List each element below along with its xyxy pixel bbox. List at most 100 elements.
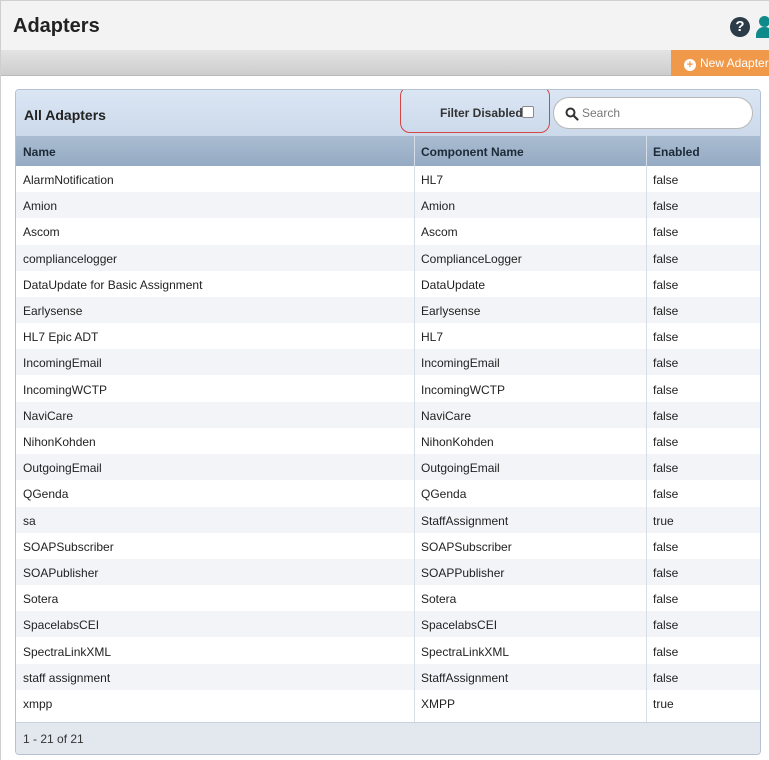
cell-enabled: false: [653, 487, 679, 502]
cell-enabled: false: [653, 330, 679, 345]
cell-enabled: false: [653, 225, 679, 240]
table-row[interactable]: SpectraLinkXML SpectraLinkXML false: [16, 638, 760, 664]
table-row[interactable]: Ascom Ascom false: [16, 218, 760, 244]
cell-component: XMPP: [421, 697, 456, 711]
cell-enabled: false: [653, 618, 679, 633]
table-row[interactable]: NaviCare NaviCare false: [16, 401, 760, 428]
table-row[interactable]: compliancelogger ComplianceLogger false: [16, 244, 760, 271]
cell-component: DataUpdate: [421, 277, 486, 292]
table-row[interactable]: Sotera Sotera false: [16, 585, 760, 611]
cell-name: OutgoingEmail: [23, 461, 102, 476]
cell-name: compliancelogger: [23, 251, 118, 266]
cell-component: SOAPPublisher: [421, 566, 505, 580]
search-input[interactable]: Search: [553, 97, 753, 129]
cell-enabled: false: [653, 461, 679, 476]
cell-name: SpectraLinkXML: [23, 644, 112, 659]
cell-enabled: false: [653, 199, 679, 214]
cell-enabled: false: [653, 277, 679, 292]
cell-enabled: false: [653, 173, 679, 187]
cell-enabled: false: [653, 644, 679, 659]
annotation-highlight: [400, 90, 550, 133]
cell-component: OutgoingEmail: [421, 461, 500, 476]
cell-component: SpacelabsCEI: [421, 618, 498, 633]
cell-component: Amion: [421, 199, 456, 214]
cell-name: Sotera: [23, 592, 59, 607]
cell-name: SOAPSubscriber: [23, 539, 114, 554]
table-row[interactable]: IncomingWCTP IncomingWCTP false: [16, 376, 760, 402]
table-row[interactable]: HL7 Epic ADT HL7 false: [16, 323, 760, 349]
cell-component: StaffAssignment: [421, 670, 509, 685]
cell-name: IncomingWCTP: [23, 382, 108, 397]
cell-component: NaviCare: [421, 408, 472, 423]
cell-component: StaffAssignment: [421, 513, 509, 528]
table-row[interactable]: DataUpdate for Basic Assignment DataUpdat…: [16, 271, 760, 297]
table-row[interactable]: IncomingEmail IncomingEmail false: [16, 349, 760, 376]
cell-name: QGenda: [23, 487, 69, 502]
cell-component: NihonKohden: [421, 435, 494, 449]
cell-component: QGenda: [421, 487, 467, 502]
table-row[interactable]: QGenda QGenda false: [16, 480, 760, 506]
table-row[interactable]: staff assignment StaffAssignment false: [16, 663, 760, 690]
page-title: Adapters: [13, 15, 100, 37]
cell-enabled: false: [653, 408, 679, 423]
cell-name: Earlysense: [23, 304, 83, 318]
cell-name: DataUpdate for Basic Assignment: [23, 277, 203, 292]
user-icon[interactable]: [756, 16, 769, 38]
panel-header: All Adapters Filter Disabled: Search: [16, 90, 760, 136]
cell-component: Ascom: [421, 225, 458, 240]
column-header-name[interactable]: Name: [23, 145, 56, 159]
table-row[interactable]: sa StaffAssignment true: [16, 506, 760, 533]
help-icon[interactable]: ?: [730, 17, 750, 37]
cell-name: Ascom: [23, 225, 60, 240]
cell-enabled: false: [653, 304, 679, 318]
cell-name: Amion: [23, 199, 58, 214]
table-row[interactable]: NihonKohden NihonKohden false: [16, 428, 760, 454]
cell-name: staff assignment: [23, 670, 111, 685]
cell-enabled: false: [653, 592, 679, 607]
adapters-panel: All Adapters Filter Disabled: Search Nam…: [15, 89, 761, 755]
cell-enabled: false: [653, 670, 679, 685]
column-divider: [414, 136, 415, 724]
search-placeholder: Search: [582, 106, 621, 120]
table-row[interactable]: xmpp XMPP true: [16, 690, 760, 716]
table-row[interactable]: SpacelabsCEI SpacelabsCEI false: [16, 611, 760, 638]
table-row[interactable]: SOAPSubscriber SOAPSubscriber false: [16, 533, 760, 559]
cell-name: SOAPublisher: [23, 566, 99, 580]
table-row[interactable]: OutgoingEmail OutgoingEmail false: [16, 454, 760, 481]
plus-circle-icon: +: [684, 59, 696, 71]
table-row[interactable]: Amion Amion false: [16, 192, 760, 219]
cell-enabled: false: [653, 356, 679, 371]
column-header-component[interactable]: Component Name: [421, 145, 524, 159]
app-header: Adapters ?: [0, 0, 769, 55]
cell-component: IncomingWCTP: [421, 382, 506, 397]
cell-name: xmpp: [23, 697, 53, 711]
table-footer: 1 - 21 of 21: [16, 722, 760, 754]
column-header-enabled[interactable]: Enabled: [653, 145, 700, 159]
cell-component: SpectraLinkXML: [421, 644, 510, 659]
cell-name: SpacelabsCEI: [23, 618, 100, 633]
cell-enabled: false: [653, 251, 679, 266]
cell-component: SOAPSubscriber: [421, 539, 512, 554]
cell-enabled: false: [653, 382, 679, 397]
toolbar: [0, 50, 769, 76]
cell-name: sa: [23, 513, 36, 528]
cell-name: HL7 Epic ADT: [23, 330, 99, 345]
cell-component: Sotera: [421, 592, 457, 607]
cell-name: NihonKohden: [23, 435, 96, 449]
table-header: Name Component Name Enabled: [16, 136, 760, 166]
cell-component: IncomingEmail: [421, 356, 500, 371]
cell-component: ComplianceLogger: [421, 251, 522, 266]
table-row[interactable]: AlarmNotification HL7 false: [16, 166, 760, 192]
cell-component: HL7: [421, 330, 444, 345]
cell-name: IncomingEmail: [23, 356, 102, 371]
cell-component: Earlysense: [421, 304, 481, 318]
cell-name: NaviCare: [23, 408, 74, 423]
table-row[interactable]: Earlysense Earlysense false: [16, 297, 760, 323]
cell-name: AlarmNotification: [23, 173, 114, 187]
table-row[interactable]: SOAPublisher SOAPPublisher false: [16, 559, 760, 585]
new-adapter-label: New Adapter: [700, 56, 769, 70]
new-adapter-button[interactable]: + New Adapter: [671, 50, 769, 76]
cell-enabled: true: [653, 697, 674, 711]
cell-enabled: false: [653, 435, 679, 449]
cell-enabled: false: [653, 566, 679, 580]
